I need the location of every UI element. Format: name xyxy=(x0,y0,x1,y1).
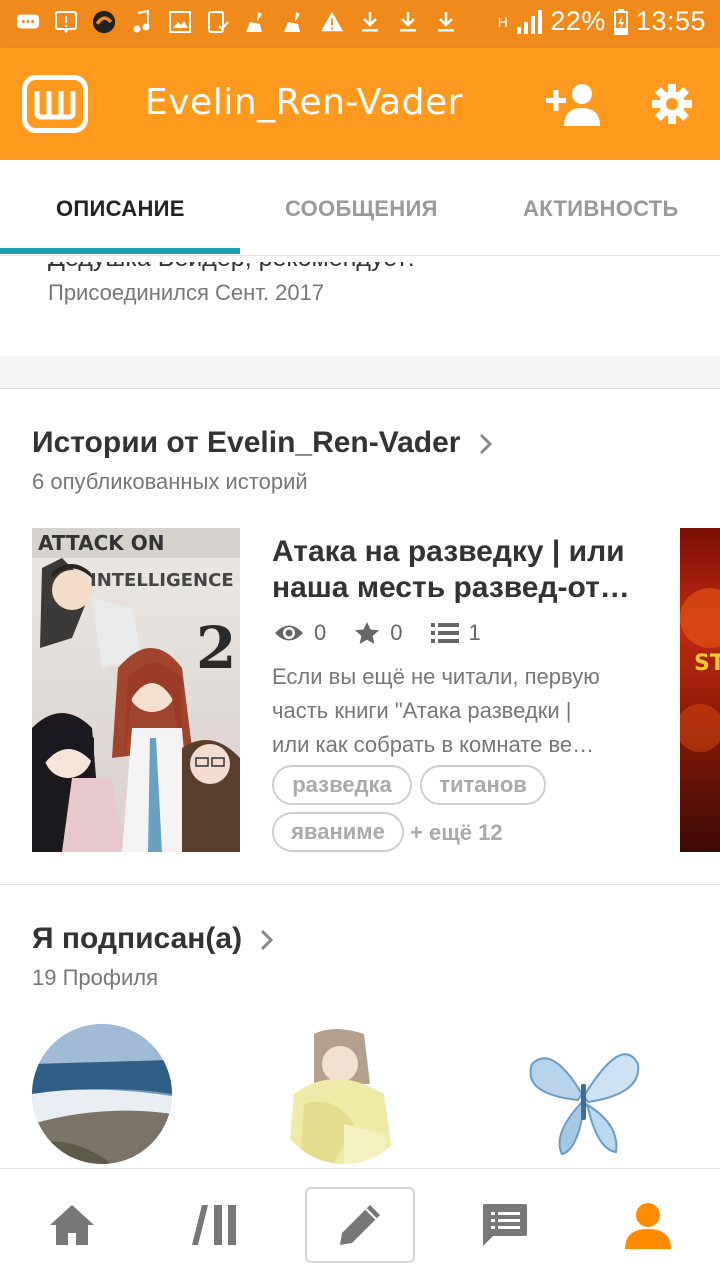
section-separator xyxy=(0,356,720,389)
story-description: Если вы ещё не читали, первую часть книг… xyxy=(272,660,642,762)
story-stats: 0 0 1 xyxy=(274,620,509,646)
parts-stat: 1 xyxy=(430,620,481,646)
story-title[interactable]: Атака на разведку | или наша месть разве… xyxy=(272,534,652,606)
tab-description[interactable]: ОПИСАНИЕ xyxy=(56,196,185,222)
story-description-line: или как собрать в комнате ве… xyxy=(272,732,595,757)
story-title-line-1: Атака на разведку | или xyxy=(272,535,625,568)
bottom-navigation xyxy=(0,1168,720,1280)
nav-library[interactable] xyxy=(144,1169,288,1280)
following-title-text: Я подписан(а) xyxy=(32,922,243,955)
download-icon xyxy=(358,8,382,36)
cover-text-top: ATTACK ON xyxy=(38,531,164,555)
about-text-line: Дедушка Вейдер, рекомендует! xyxy=(48,262,415,273)
story-description-line: часть книги "Атака разведки | xyxy=(272,698,572,723)
next-cover-text: ST xyxy=(694,651,720,676)
status-bar: H 22% 13:55 xyxy=(0,0,720,48)
nav-messages[interactable] xyxy=(432,1169,576,1280)
avatar[interactable] xyxy=(274,1024,414,1164)
download-icon xyxy=(396,8,420,36)
stories-count: 6 опубликованных историй xyxy=(32,469,308,494)
nav-profile[interactable] xyxy=(576,1169,720,1280)
chevron-right-icon xyxy=(261,930,274,951)
network-type: H xyxy=(497,13,509,30)
download-icon xyxy=(434,8,458,36)
votes-stat: 0 xyxy=(354,620,403,646)
follow-user-icon[interactable] xyxy=(544,80,602,128)
cover-number: 2 xyxy=(196,614,236,682)
warning-icon xyxy=(320,8,344,36)
battery-percent: 22% xyxy=(550,6,606,36)
profile-username-title: Evelin_Ren-Vader xyxy=(145,82,463,123)
profile-tabs: ОПИСАНИЕ СООБЩЕНИЯ АКТИВНОСТЬ xyxy=(0,160,720,256)
avatar[interactable] xyxy=(32,1024,172,1164)
image-icon xyxy=(168,8,192,36)
profile-about-text: Дедушка Вейдер, рекомендует! xyxy=(48,262,688,274)
star-icon xyxy=(355,622,380,644)
gear-icon[interactable] xyxy=(650,82,694,126)
eye-icon xyxy=(275,625,303,641)
app-icon xyxy=(92,8,116,36)
cleaner-icon xyxy=(244,8,268,36)
story-title-line-2: наша месть развед-от… xyxy=(272,571,630,604)
parts-count: 1 xyxy=(468,620,481,645)
views-stat: 0 xyxy=(274,620,326,646)
tab-activity[interactable]: АКТИВНОСТЬ xyxy=(523,196,679,222)
wattpad-logo-icon[interactable] xyxy=(22,75,88,133)
profile-icon xyxy=(625,1203,671,1249)
nav-home[interactable] xyxy=(0,1169,144,1280)
clock: 13:55 xyxy=(635,6,706,36)
tag-chip[interactable]: титанов xyxy=(420,765,546,805)
joined-date: Присоединился Сент. 2017 xyxy=(48,280,325,305)
message-icon xyxy=(16,8,40,36)
tab-messages[interactable]: СООБЩЕНИЯ xyxy=(285,196,438,222)
list-icon xyxy=(430,623,459,643)
write-icon xyxy=(340,1205,380,1245)
divider xyxy=(0,884,720,885)
stories-title-text: Истории от Evelin_Ren-Vader xyxy=(32,426,461,459)
music-icon xyxy=(130,8,154,36)
story-description-line: Если вы ещё не читали, первую xyxy=(272,664,600,689)
more-tags-link[interactable]: + ещё 12 xyxy=(410,820,503,846)
cover-text-main: INTELLIGENCE xyxy=(90,570,234,591)
views-count: 0 xyxy=(314,620,327,645)
battery-icon xyxy=(613,8,628,35)
library-icon xyxy=(192,1205,236,1245)
stories-section-title[interactable]: Истории от Evelin_Ren-Vader xyxy=(32,426,493,460)
app-bar: Evelin_Ren-Vader xyxy=(0,48,720,160)
avatar[interactable] xyxy=(512,1024,652,1164)
alert-box-icon xyxy=(54,8,78,36)
messages-icon xyxy=(483,1204,527,1246)
active-tab-indicator xyxy=(0,248,240,254)
following-section-title[interactable]: Я подписан(а) xyxy=(32,922,274,956)
task-icon xyxy=(206,8,230,36)
chevron-right-icon xyxy=(479,434,492,455)
signal-icon xyxy=(517,9,543,34)
home-icon xyxy=(50,1205,94,1245)
tag-chip[interactable]: яваниме xyxy=(272,812,404,852)
following-count: 19 Профиля xyxy=(32,965,159,990)
nav-write[interactable] xyxy=(305,1187,415,1263)
votes-count: 0 xyxy=(390,620,403,645)
tag-chip[interactable]: разведка xyxy=(272,765,412,805)
cleaner-icon xyxy=(282,8,306,36)
story-cover-image-next[interactable]: ST xyxy=(680,528,720,852)
story-cover-image[interactable]: ATTACK ON INTELLIGENCE 2 xyxy=(32,528,240,852)
